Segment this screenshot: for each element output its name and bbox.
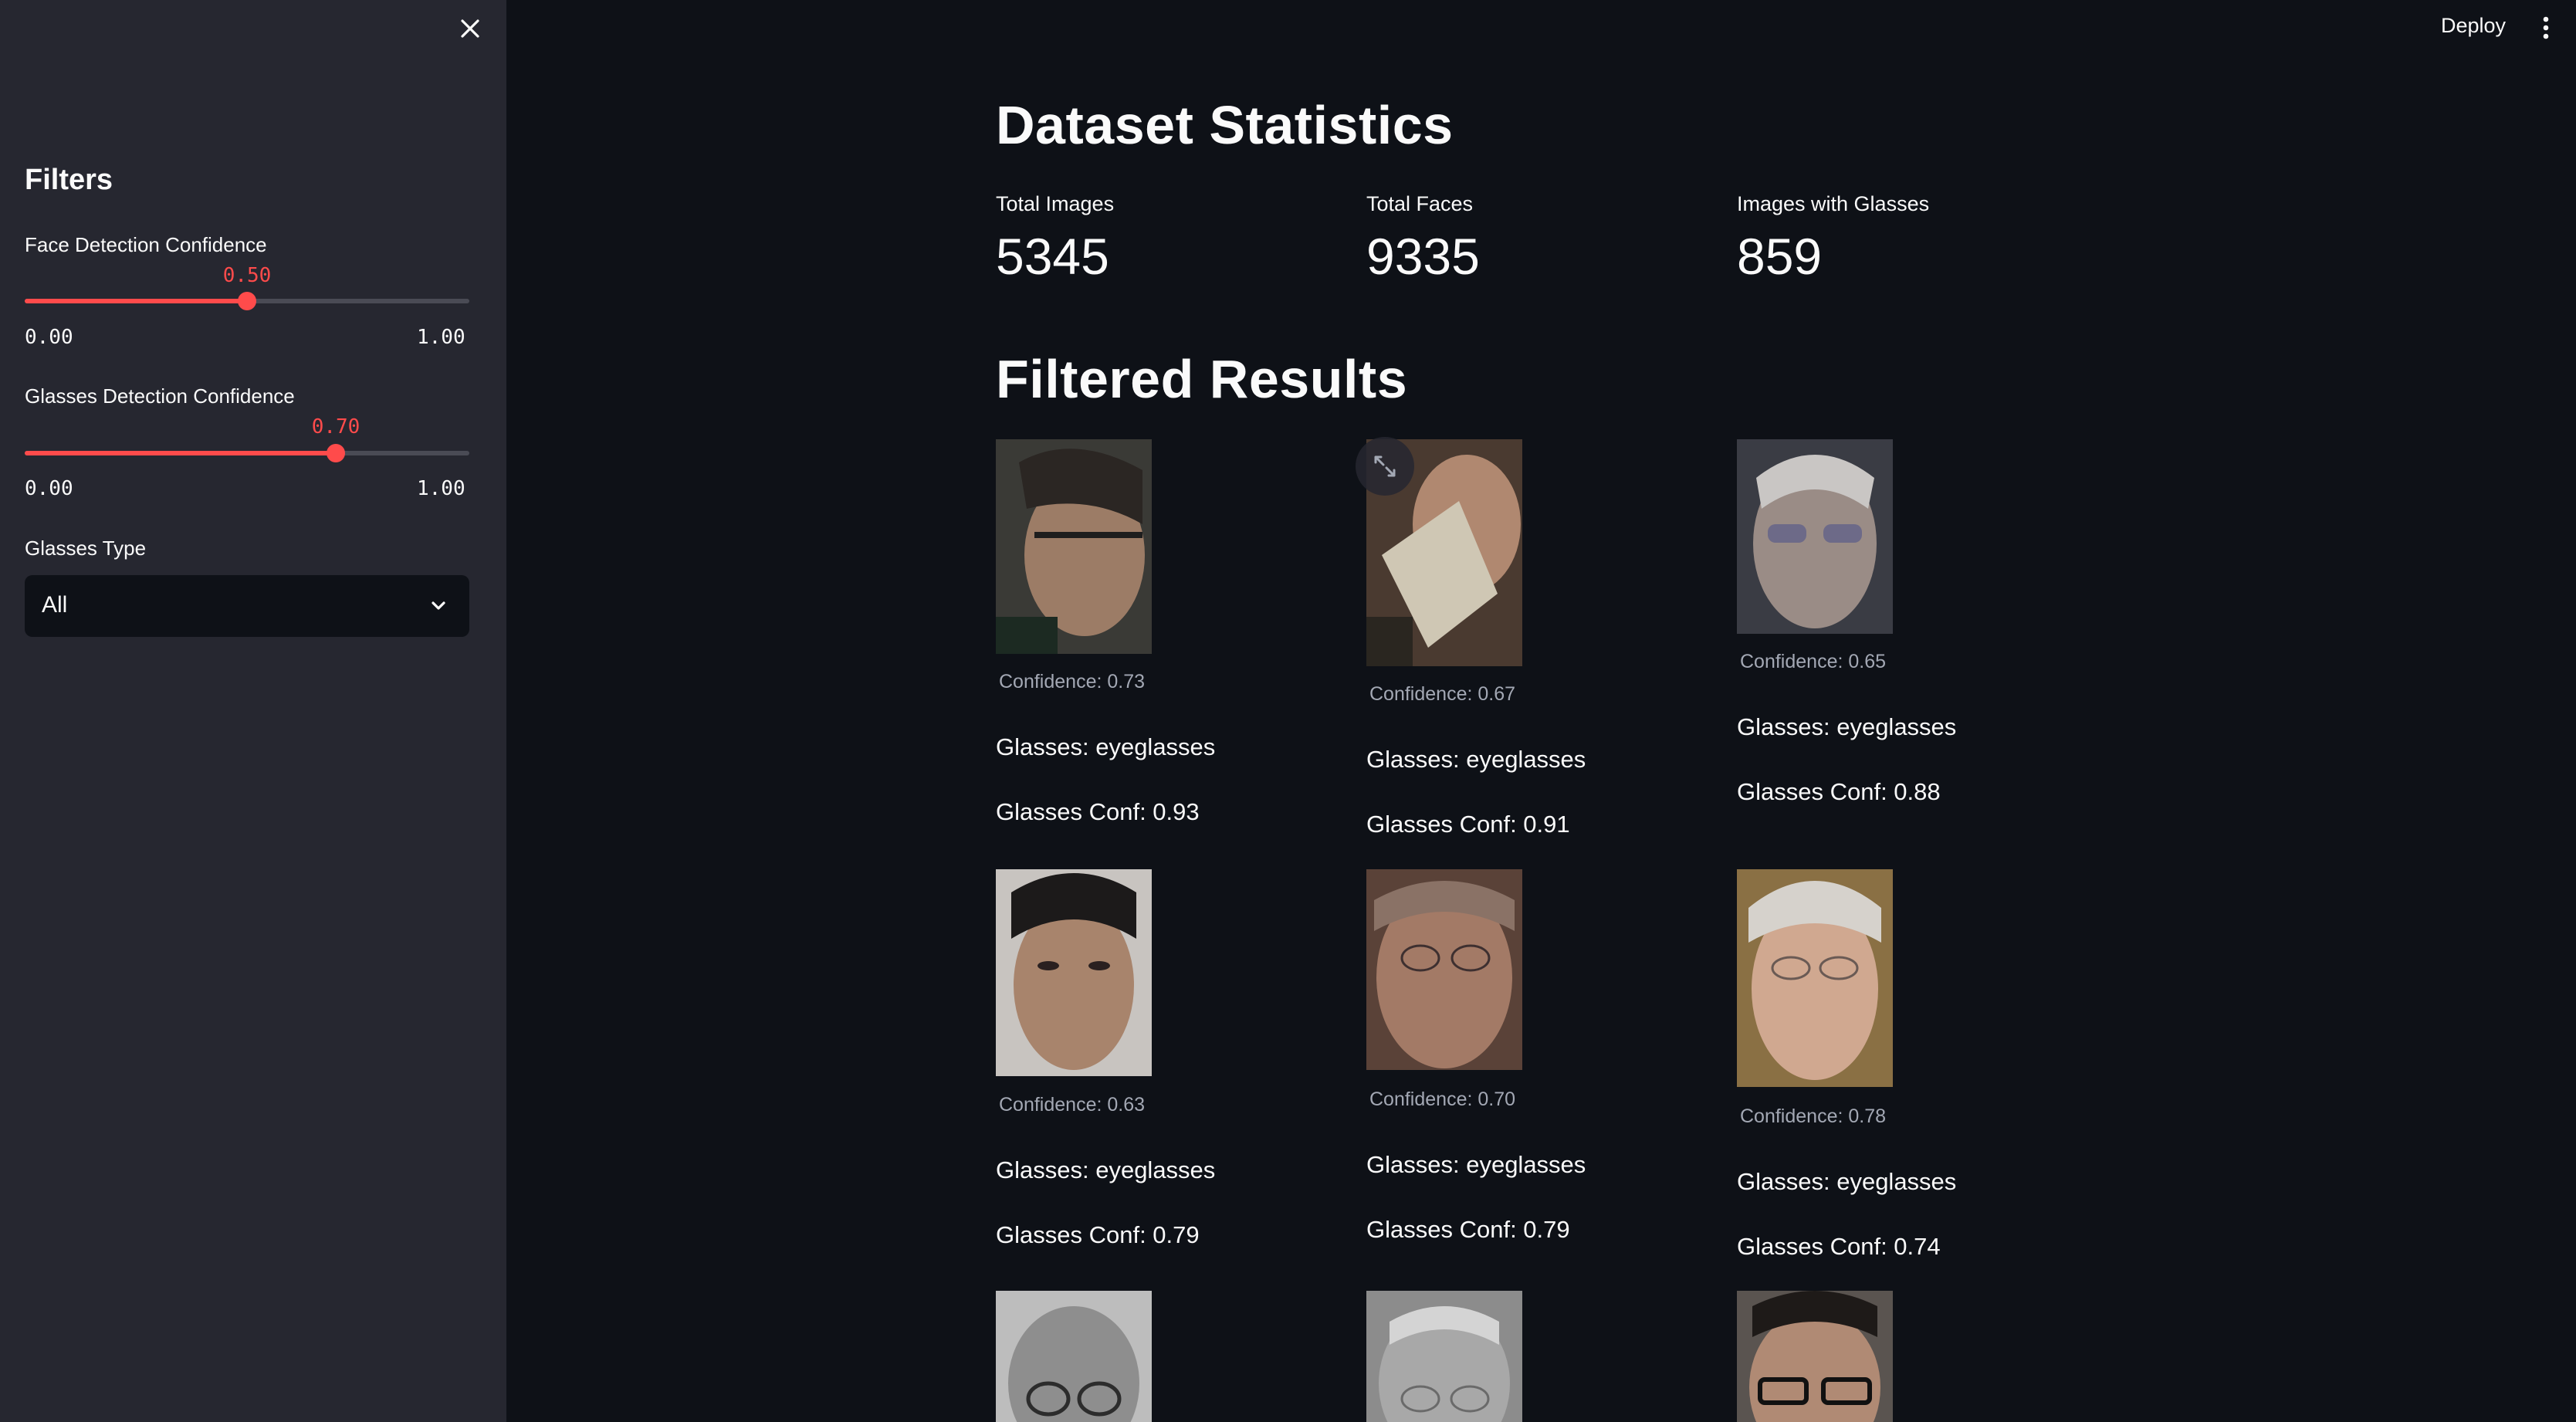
card-glasses-conf: Glasses Conf: 0.79 [1366,1216,1570,1243]
glasses-confidence-value: 0.70 [311,415,361,438]
glasses-confidence-max: 1.00 [417,477,465,500]
fullscreen-icon [1374,455,1396,477]
sidebar-title: Filters [25,164,113,196]
card-glasses-type: Glasses: eyeglasses [1366,1151,1586,1178]
glasses-confidence-label: Glasses Detection Confidence [25,384,295,408]
face-thumbnail[interactable] [996,1291,1152,1422]
glasses-type-value: All [42,592,68,618]
glasses-confidence-slider-thumb[interactable] [327,444,345,462]
card-glasses-type: Glasses: eyeglasses [1737,713,1957,740]
results-heading: Filtered Results [996,349,1408,409]
face-confidence-slider-fill [25,299,247,303]
card-glasses-conf: Glasses Conf: 0.93 [996,798,1200,825]
face-thumbnail[interactable] [1366,1291,1522,1422]
card-glasses-type: Glasses: eyeglasses [996,733,1216,760]
main-menu-button[interactable] [2537,12,2555,43]
metric-value-images-with-glasses: 859 [1737,228,1823,285]
more-vertical-icon [2543,16,2549,39]
chevron-down-icon [432,601,445,610]
close-sidebar-button[interactable] [455,14,485,43]
metric-label-total-images: Total Images [996,192,1115,215]
metric-value-total-faces: 9335 [1366,228,1480,285]
stats-heading: Dataset Statistics [996,95,1454,155]
face-thumbnail[interactable] [1366,869,1522,1070]
face-confidence-label: Face Detection Confidence [25,233,267,256]
face-confidence-max: 1.00 [417,326,465,349]
metric-label-total-faces: Total Faces [1366,192,1474,215]
card-glasses-conf: Glasses Conf: 0.91 [1366,811,1570,838]
face-thumbnail[interactable] [1737,1291,1893,1422]
face-confidence-slider[interactable] [25,292,469,310]
glasses-confidence-slider-fill [25,451,336,455]
card-confidence: Confidence: 0.73 [999,671,1146,692]
card-confidence: Confidence: 0.70 [1369,1089,1516,1110]
card-confidence: Confidence: 0.78 [1740,1105,1887,1127]
expand-image-button[interactable] [1356,437,1414,496]
face-confidence-min: 0.00 [25,326,73,349]
card-glasses-type: Glasses: eyeglasses [1737,1168,1957,1195]
card-glasses-type: Glasses: eyeglasses [1366,746,1586,773]
metric-label-images-with-glasses: Images with Glasses [1737,192,1930,215]
glasses-confidence-min: 0.00 [25,477,73,500]
face-thumbnail[interactable] [1737,869,1893,1087]
glasses-type-select[interactable]: All [25,575,469,637]
close-icon [461,19,479,38]
card-confidence: Confidence: 0.65 [1740,651,1887,672]
metric-value-total-images: 5345 [996,228,1109,285]
card-glasses-conf: Glasses Conf: 0.79 [996,1221,1200,1248]
face-thumbnail[interactable] [996,869,1152,1076]
card-glasses-conf: Glasses Conf: 0.74 [1737,1233,1941,1260]
card-glasses-type: Glasses: eyeglasses [996,1156,1216,1183]
glasses-confidence-slider[interactable] [25,444,469,462]
sidebar: Filters Face Detection Confidence 0.50 0… [0,0,506,1422]
glasses-type-label: Glasses Type [25,537,147,560]
face-confidence-slider-thumb[interactable] [238,292,256,310]
face-thumbnail[interactable] [1737,439,1893,634]
face-confidence-value: 0.50 [222,264,272,287]
card-confidence: Confidence: 0.67 [1369,683,1516,705]
deploy-button[interactable]: Deploy [2441,14,2506,38]
card-glasses-conf: Glasses Conf: 0.88 [1737,778,1941,805]
card-confidence: Confidence: 0.63 [999,1094,1146,1116]
face-thumbnail[interactable] [996,439,1152,654]
